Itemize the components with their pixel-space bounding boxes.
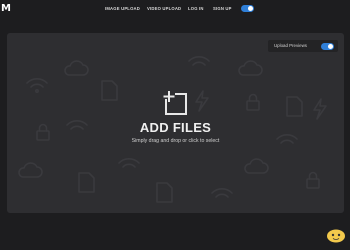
file-drop-zone[interactable]: Upload Previews ADD FILES Simply drag an… [7, 33, 344, 213]
nav-image-upload[interactable]: IMAGE UPLOAD [105, 6, 140, 12]
cloud-icon [238, 60, 263, 76]
upload-icon [163, 91, 187, 115]
top-navigation-bar: M IMAGE UPLOAD VIDEO UPLOAD LOG IN SIGN … [0, 0, 350, 22]
upload-previews-label: Upload Previews [274, 43, 307, 48]
nav-video-upload[interactable]: VIDEO UPLOAD [147, 6, 181, 12]
logo-mark: M [1, 3, 11, 14]
cloud-icon [64, 60, 89, 76]
toggle-knob [248, 6, 253, 11]
add-files-subtitle: Simply drag and drop or click to select [131, 138, 220, 144]
theme-toggle[interactable] [241, 5, 254, 12]
wifi-icon [188, 56, 210, 66]
lock-icon [306, 171, 320, 189]
file-icon [78, 172, 95, 193]
toggle-knob [328, 43, 333, 49]
cloud-icon [244, 158, 269, 174]
nav-sign-up[interactable]: SIGN UP [213, 6, 232, 12]
site-logo[interactable]: M [1, 3, 11, 14]
wifi-icon [118, 158, 140, 168]
upload-previews-toggle[interactable] [321, 42, 334, 50]
wifi-icon [211, 188, 233, 198]
add-files-title: ADD FILES [139, 120, 212, 135]
corner-watermark-logo [325, 227, 347, 248]
cloud-icon [18, 162, 43, 178]
file-icon [156, 182, 173, 203]
mascot-icon [327, 229, 345, 243]
drop-zone-prompt: ADD FILES Simply drag and drop or click … [7, 91, 344, 144]
upload-previews-control[interactable]: Upload Previews [268, 40, 338, 52]
nav-log-in[interactable]: LOG IN [188, 6, 204, 12]
